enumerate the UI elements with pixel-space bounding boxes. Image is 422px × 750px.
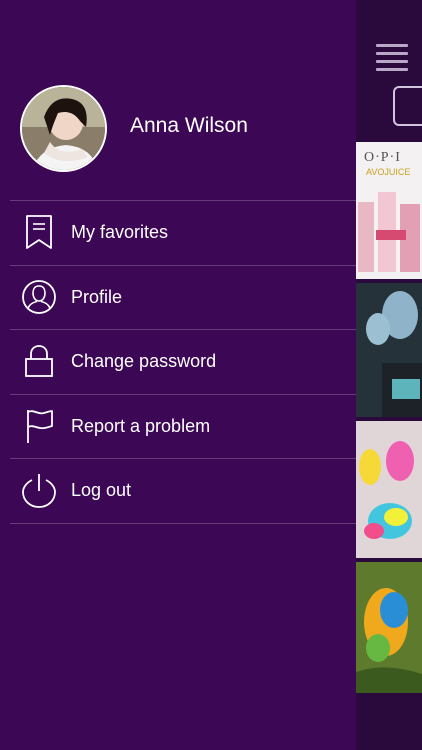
menu-item-label: Profile	[71, 286, 123, 307]
nail-polish-bottles-image	[358, 192, 420, 272]
menu-item-label: My favorites	[71, 221, 169, 242]
menu-item-log-out[interactable]: Log out	[10, 458, 356, 522]
parrot-image	[356, 562, 422, 693]
search-box[interactable]	[393, 86, 422, 126]
lock-icon	[14, 343, 64, 379]
product-image-tile[interactable]: O·P·I AVOJUICE	[356, 142, 422, 279]
menu-item-label: Report a problem	[71, 415, 211, 436]
user-icon	[14, 279, 64, 315]
avatar[interactable]	[20, 85, 107, 172]
tile-brand-text: O·P·I	[364, 150, 401, 165]
flag-icon	[14, 408, 64, 444]
divider	[10, 523, 356, 524]
menu-item-my-favorites[interactable]: My favorites	[10, 200, 356, 264]
avatar-photo	[22, 87, 105, 170]
background-content: O·P·I AVOJUICE	[356, 0, 422, 750]
tile-sub-text: AVOJUICE	[366, 167, 411, 177]
product-image-tile[interactable]	[356, 283, 422, 417]
product-image-tile[interactable]	[356, 562, 422, 693]
bookmark-icon	[14, 214, 64, 250]
menu-item-profile[interactable]: Profile	[10, 265, 356, 329]
menu-item-report-a-problem[interactable]: Report a problem	[10, 394, 356, 458]
user-name: Anna Wilson	[130, 114, 248, 137]
navigation-drawer: Anna Wilson My favorites Profile Change …	[0, 0, 356, 750]
rainbow-nails-image	[356, 421, 422, 558]
menu-item-label: Change password	[71, 350, 217, 371]
product-image-tile[interactable]	[356, 421, 422, 558]
menu-icon[interactable]	[376, 44, 408, 76]
nail-art-image	[356, 283, 422, 417]
menu-item-label: Log out	[71, 479, 132, 500]
power-icon	[14, 472, 64, 508]
menu-item-change-password[interactable]: Change password	[10, 329, 356, 393]
